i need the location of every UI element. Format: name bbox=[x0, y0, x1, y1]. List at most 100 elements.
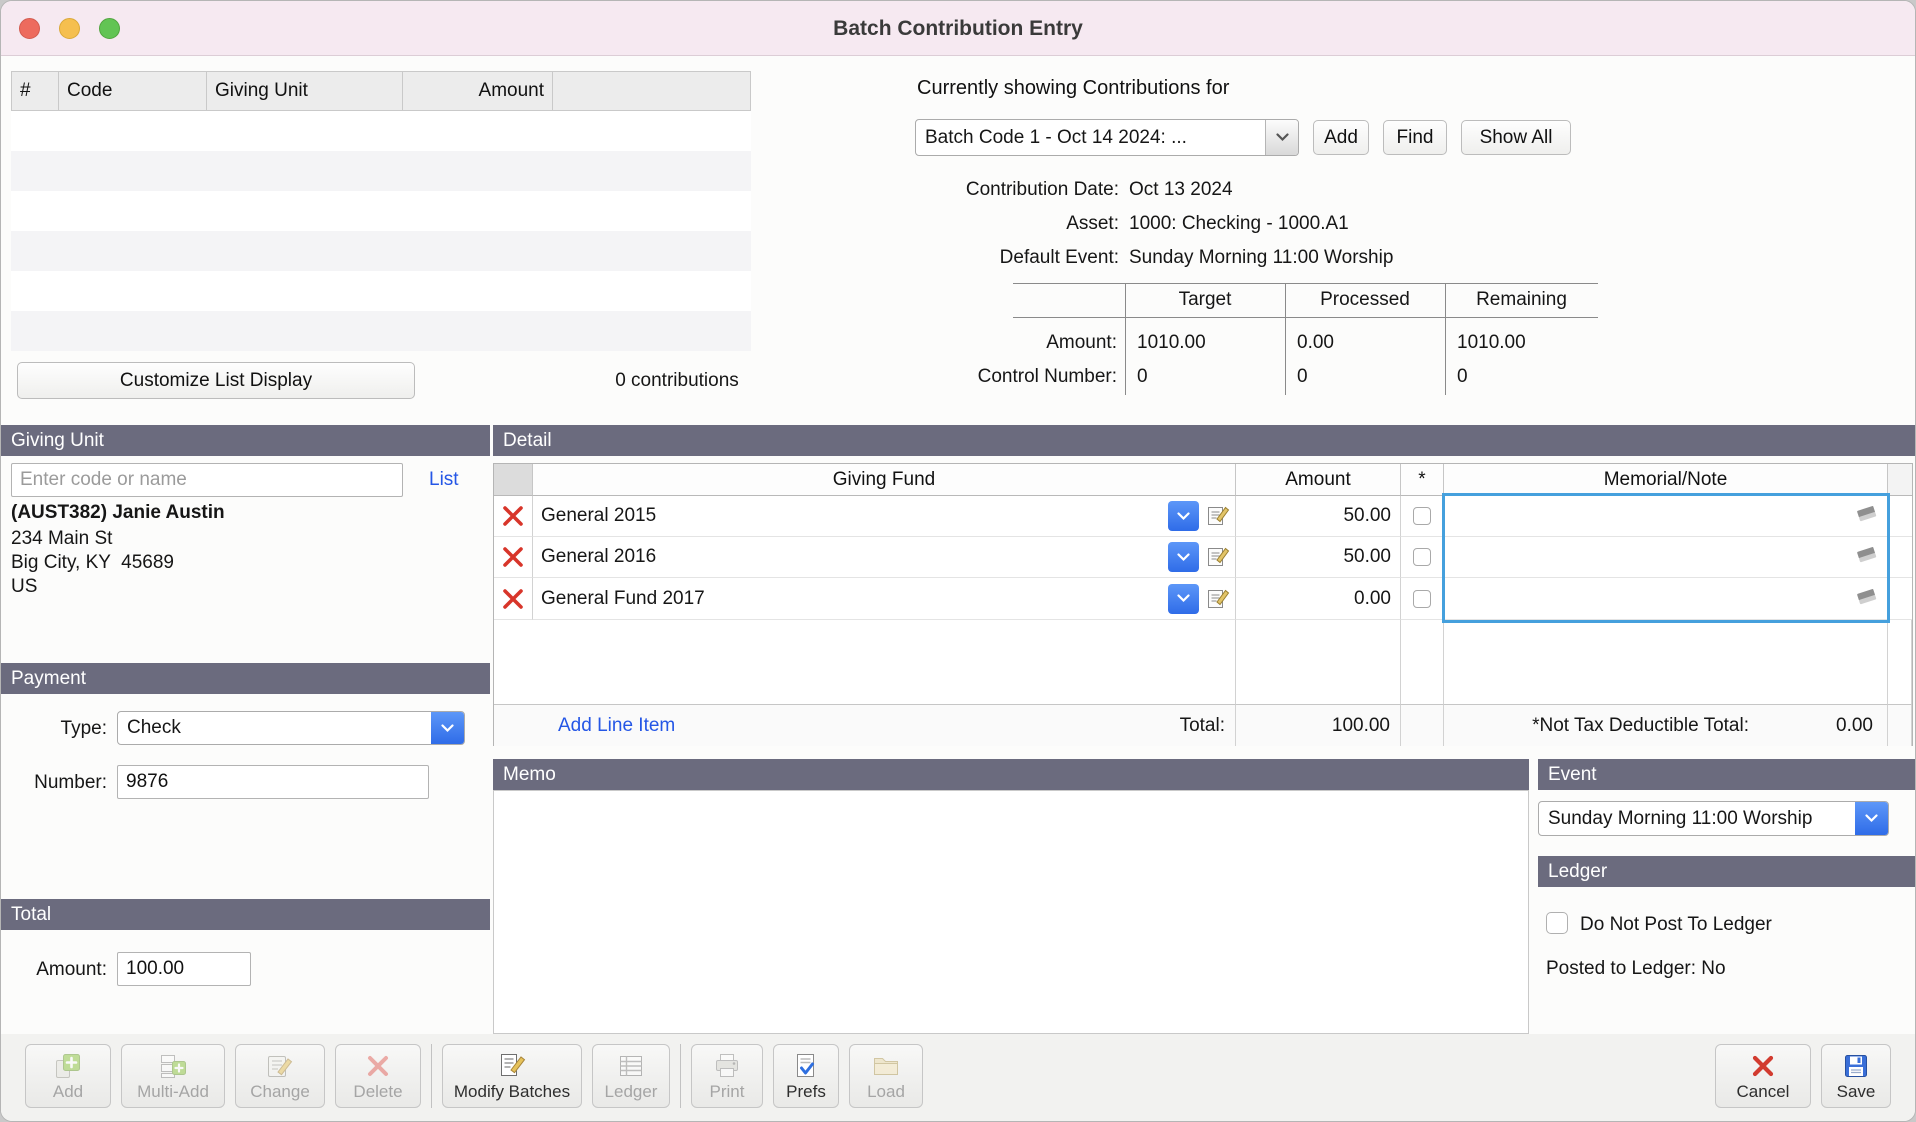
detail-scrollbar-track bbox=[1888, 537, 1912, 578]
print-button[interactable]: Print bbox=[691, 1044, 763, 1108]
not-tax-deductible-total: *Not Tax Deductible Total: 0.00 bbox=[1444, 705, 1888, 746]
batch-select[interactable]: Batch Code 1 - Oct 14 2024: ... bbox=[915, 119, 1299, 156]
payment-type-select[interactable]: Check bbox=[117, 711, 465, 745]
detail-header-giving-fund: Giving Fund bbox=[533, 464, 1236, 496]
contribution-date-value: Oct 13 2024 bbox=[1129, 177, 1233, 203]
prefs-button[interactable]: Prefs bbox=[773, 1044, 839, 1108]
chevron-down-icon[interactable] bbox=[1168, 542, 1199, 572]
add-icon bbox=[53, 1051, 83, 1081]
minimize-button[interactable] bbox=[59, 18, 80, 39]
do-not-post-checkbox[interactable] bbox=[1546, 912, 1568, 934]
delete-line-button[interactable] bbox=[494, 496, 533, 537]
print-icon bbox=[712, 1051, 742, 1081]
load-folder-icon bbox=[871, 1051, 901, 1081]
detail-totals-row: Add Line Item Total: bbox=[494, 705, 1236, 746]
detail-scrollbar-track[interactable] bbox=[1888, 464, 1912, 496]
batch-find-button[interactable]: Find bbox=[1383, 120, 1447, 155]
detail-header-amount: Amount bbox=[1236, 464, 1401, 496]
fund-note-icon[interactable] bbox=[1204, 502, 1232, 530]
delete-button[interactable]: Delete bbox=[335, 1044, 421, 1108]
column-header-number: # bbox=[12, 72, 59, 110]
payment-number-input[interactable] bbox=[117, 765, 429, 799]
zoom-button[interactable] bbox=[99, 18, 120, 39]
contributions-list-header: # Code Giving Unit Amount bbox=[11, 71, 751, 111]
detail-header-delete bbox=[494, 464, 533, 496]
batch-show-all-button[interactable]: Show All bbox=[1461, 120, 1571, 155]
eraser-icon[interactable] bbox=[1854, 585, 1880, 613]
batch-add-button[interactable]: Add bbox=[1313, 120, 1369, 155]
summary-amount-remaining: 1010.00 bbox=[1457, 329, 1526, 357]
giving-unit-address-line1: 234 Main St bbox=[11, 528, 112, 550]
detail-totals-row bbox=[1401, 705, 1444, 746]
delete-line-button[interactable] bbox=[494, 537, 533, 578]
close-button[interactable] bbox=[19, 18, 40, 39]
contributions-list-body bbox=[11, 111, 751, 351]
summary-control-processed: 0 bbox=[1297, 363, 1308, 391]
change-icon bbox=[265, 1051, 295, 1081]
save-button[interactable]: Save bbox=[1821, 1044, 1891, 1108]
fund-note-icon[interactable] bbox=[1204, 585, 1232, 613]
ledger-button[interactable]: Ledger bbox=[592, 1044, 670, 1108]
summary-control-remaining: 0 bbox=[1457, 363, 1468, 391]
not-tax-deductible-checkbox[interactable] bbox=[1413, 507, 1431, 525]
detail-empty-area bbox=[1236, 620, 1401, 705]
payment-number-label: Number: bbox=[1, 772, 107, 794]
giving-unit-search-input[interactable] bbox=[11, 463, 403, 497]
total-amount-input[interactable] bbox=[117, 952, 251, 986]
delete-line-button[interactable] bbox=[494, 578, 533, 620]
event-select-value: Sunday Morning 11:00 Worship bbox=[1539, 808, 1855, 830]
giving-fund-select[interactable]: General Fund 2017 bbox=[533, 578, 1236, 620]
change-button[interactable]: Change bbox=[235, 1044, 325, 1108]
giving-unit-list-link[interactable]: List bbox=[429, 469, 459, 491]
eraser-icon[interactable] bbox=[1854, 502, 1880, 530]
ledger-section-header: Ledger bbox=[1538, 856, 1916, 887]
giving-fund-select[interactable]: General 2016 bbox=[533, 537, 1236, 578]
add-button[interactable]: Add bbox=[25, 1044, 111, 1108]
amount-cell[interactable]: 50.00 bbox=[1236, 496, 1401, 537]
detail-scrollbar-track bbox=[1888, 578, 1912, 620]
cancel-button[interactable]: Cancel bbox=[1715, 1044, 1811, 1108]
add-line-item-link[interactable]: Add Line Item bbox=[558, 715, 675, 737]
asset-value: 1000: Checking - 1000.A1 bbox=[1129, 211, 1349, 237]
chevron-down-icon[interactable] bbox=[1168, 501, 1199, 531]
default-event-label: Default Event: bbox=[761, 245, 1119, 271]
fund-note-icon[interactable] bbox=[1204, 543, 1232, 571]
bottom-toolbar: Add Multi-Add Change Delete bbox=[1, 1034, 1916, 1122]
summary-control-label: Control Number: bbox=[801, 363, 1117, 391]
payment-type-label: Type: bbox=[1, 718, 107, 740]
titlebar: Batch Contribution Entry bbox=[1, 1, 1915, 56]
memorial-cell[interactable] bbox=[1444, 496, 1888, 537]
summary-amount-label: Amount: bbox=[801, 329, 1117, 357]
load-button[interactable]: Load bbox=[849, 1044, 923, 1108]
multi-add-button[interactable]: Multi-Add bbox=[121, 1044, 225, 1108]
amount-cell[interactable]: 0.00 bbox=[1236, 578, 1401, 620]
ntd-cell bbox=[1401, 578, 1444, 620]
detail-table: Giving Fund Amount * Memorial/Note Gener… bbox=[493, 463, 1913, 746]
memorial-cell[interactable] bbox=[1444, 537, 1888, 578]
memo-input[interactable] bbox=[493, 790, 1529, 1034]
eraser-icon[interactable] bbox=[1854, 543, 1880, 571]
contributions-count: 0 contributions bbox=[557, 362, 797, 399]
summary-control-target: 0 bbox=[1137, 363, 1148, 391]
chevron-down-icon bbox=[1855, 802, 1888, 835]
chevron-down-icon[interactable] bbox=[1168, 584, 1199, 614]
delete-x-icon bbox=[501, 587, 525, 611]
not-tax-deductible-checkbox[interactable] bbox=[1413, 590, 1431, 608]
customize-list-display-button[interactable]: Customize List Display bbox=[17, 362, 415, 399]
multi-add-icon bbox=[158, 1051, 188, 1081]
not-tax-deductible-checkbox[interactable] bbox=[1413, 548, 1431, 566]
giving-unit-address-line2: Big City, KY 45689 bbox=[11, 552, 174, 574]
ledger-icon bbox=[616, 1051, 646, 1081]
showing-contributions-label: Currently showing Contributions for bbox=[917, 77, 1229, 100]
modify-batches-button[interactable]: Modify Batches bbox=[442, 1044, 582, 1108]
do-not-post-label: Do Not Post To Ledger bbox=[1580, 914, 1772, 936]
delete-x-icon bbox=[501, 545, 525, 569]
ntd-total-value: 0.00 bbox=[1749, 715, 1887, 737]
amount-cell[interactable]: 50.00 bbox=[1236, 537, 1401, 578]
contributions-list: # Code Giving Unit Amount bbox=[11, 71, 751, 351]
giving-unit-section-header: Giving Unit bbox=[1, 425, 490, 456]
giving-fund-select[interactable]: General 2015 bbox=[533, 496, 1236, 537]
detail-empty-area bbox=[494, 620, 1236, 705]
memorial-cell[interactable] bbox=[1444, 578, 1888, 620]
event-select[interactable]: Sunday Morning 11:00 Worship bbox=[1538, 801, 1889, 836]
